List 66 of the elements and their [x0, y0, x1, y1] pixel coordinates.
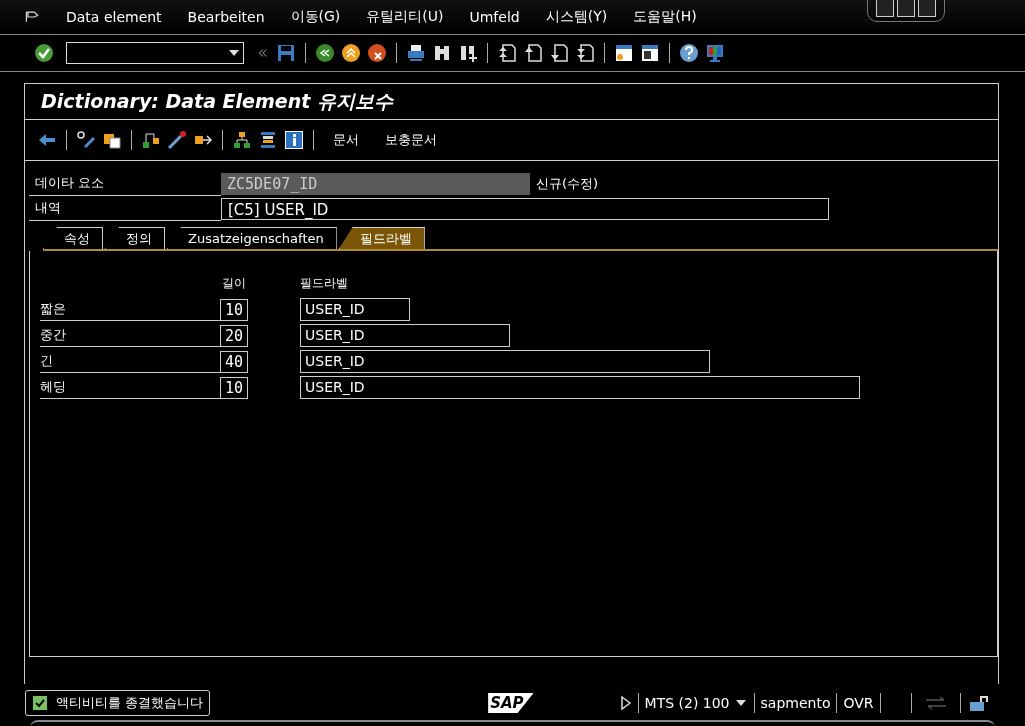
previous-page-icon[interactable]	[523, 43, 543, 63]
field-label: 내역	[29, 196, 221, 221]
tab[interactable]: 속성	[43, 227, 103, 249]
length-field[interactable]: 20	[220, 324, 248, 347]
length-field[interactable]: 10	[220, 298, 248, 321]
last-page-icon[interactable]	[575, 43, 595, 63]
row-label: 중간	[40, 324, 220, 347]
menu-item[interactable]: 시스템(Y)	[545, 8, 608, 26]
system-info[interactable]: MTS (2) 100	[638, 695, 736, 711]
length-field[interactable]: 40	[220, 350, 248, 373]
menu-item[interactable]: 유틸리티(U)	[366, 8, 444, 26]
length-field[interactable]: 10	[220, 376, 248, 399]
next-page-icon[interactable]	[549, 43, 569, 63]
screen-title: Dictionary: Data Element 유지보수	[41, 88, 393, 114]
message-text: 액티비티를 종결했습니다	[56, 694, 204, 712]
label-field[interactable]: USER_ID	[300, 298, 410, 321]
row-label: 헤딩	[40, 376, 220, 399]
close-button[interactable]	[918, 0, 936, 17]
user-name: sapmento	[759, 695, 832, 711]
back-icon[interactable]	[315, 43, 335, 63]
tab[interactable]: 정의	[105, 227, 165, 249]
success-icon	[32, 695, 48, 711]
expand-icon[interactable]	[619, 695, 632, 711]
tree-icon[interactable]	[232, 130, 252, 150]
row-label: 짧은	[40, 298, 220, 321]
lock-icon[interactable]	[968, 693, 989, 713]
command-field[interactable]	[66, 42, 244, 64]
save-icon[interactable]	[276, 43, 296, 63]
menu-item[interactable]: Bearbeiten	[187, 9, 265, 25]
transfer-icon	[923, 695, 948, 711]
menu-icon[interactable]	[24, 9, 40, 25]
stack-icon[interactable]	[258, 130, 278, 150]
checkmark-icon[interactable]	[34, 43, 54, 63]
tab[interactable]: Zusatzeigenschaften	[167, 227, 337, 249]
insert-mode: OVR	[842, 695, 875, 711]
toolbar-button[interactable]: 문서	[333, 131, 359, 149]
logo: SAP	[488, 693, 534, 713]
maximize-button[interactable]	[897, 0, 915, 17]
label-field[interactable]: USER_ID	[300, 350, 710, 373]
label-field[interactable]: USER_ID	[300, 324, 510, 347]
exit-icon[interactable]	[341, 43, 361, 63]
first-page-icon[interactable]	[497, 43, 517, 63]
minimize-button[interactable]	[876, 0, 894, 17]
toolbar-button[interactable]: 보충문서	[385, 131, 437, 149]
menu-item[interactable]: 도움말(H)	[633, 8, 697, 26]
status-note: 신규(수정)	[536, 174, 599, 193]
tab[interactable]: 필드라벨	[338, 227, 425, 249]
dropdown-icon	[229, 50, 239, 56]
menu-item[interactable]: Data element	[66, 9, 162, 25]
info-icon[interactable]	[284, 130, 304, 150]
column-header: 필드라벨	[300, 275, 349, 292]
dropdown-icon[interactable]	[735, 700, 746, 706]
menu-item[interactable]: Umfeld	[469, 9, 520, 25]
label-field[interactable]: USER_ID	[300, 376, 860, 399]
monitor-icon[interactable]	[705, 43, 725, 63]
row-label: 긴	[40, 350, 220, 373]
cancel-icon[interactable]	[367, 43, 387, 63]
shortcut-window-icon[interactable]	[640, 43, 660, 63]
column-header: 길이	[221, 275, 247, 292]
magic-wand-icon[interactable]	[167, 130, 187, 150]
printer-icon[interactable]	[406, 43, 426, 63]
field-label: 데이타 요소	[29, 171, 221, 196]
new-window-icon[interactable]	[614, 43, 634, 63]
help-icon[interactable]	[679, 43, 699, 63]
menu-item[interactable]: 이동(G)	[290, 8, 341, 26]
text-field[interactable]: [C5] USER_ID	[221, 197, 829, 220]
